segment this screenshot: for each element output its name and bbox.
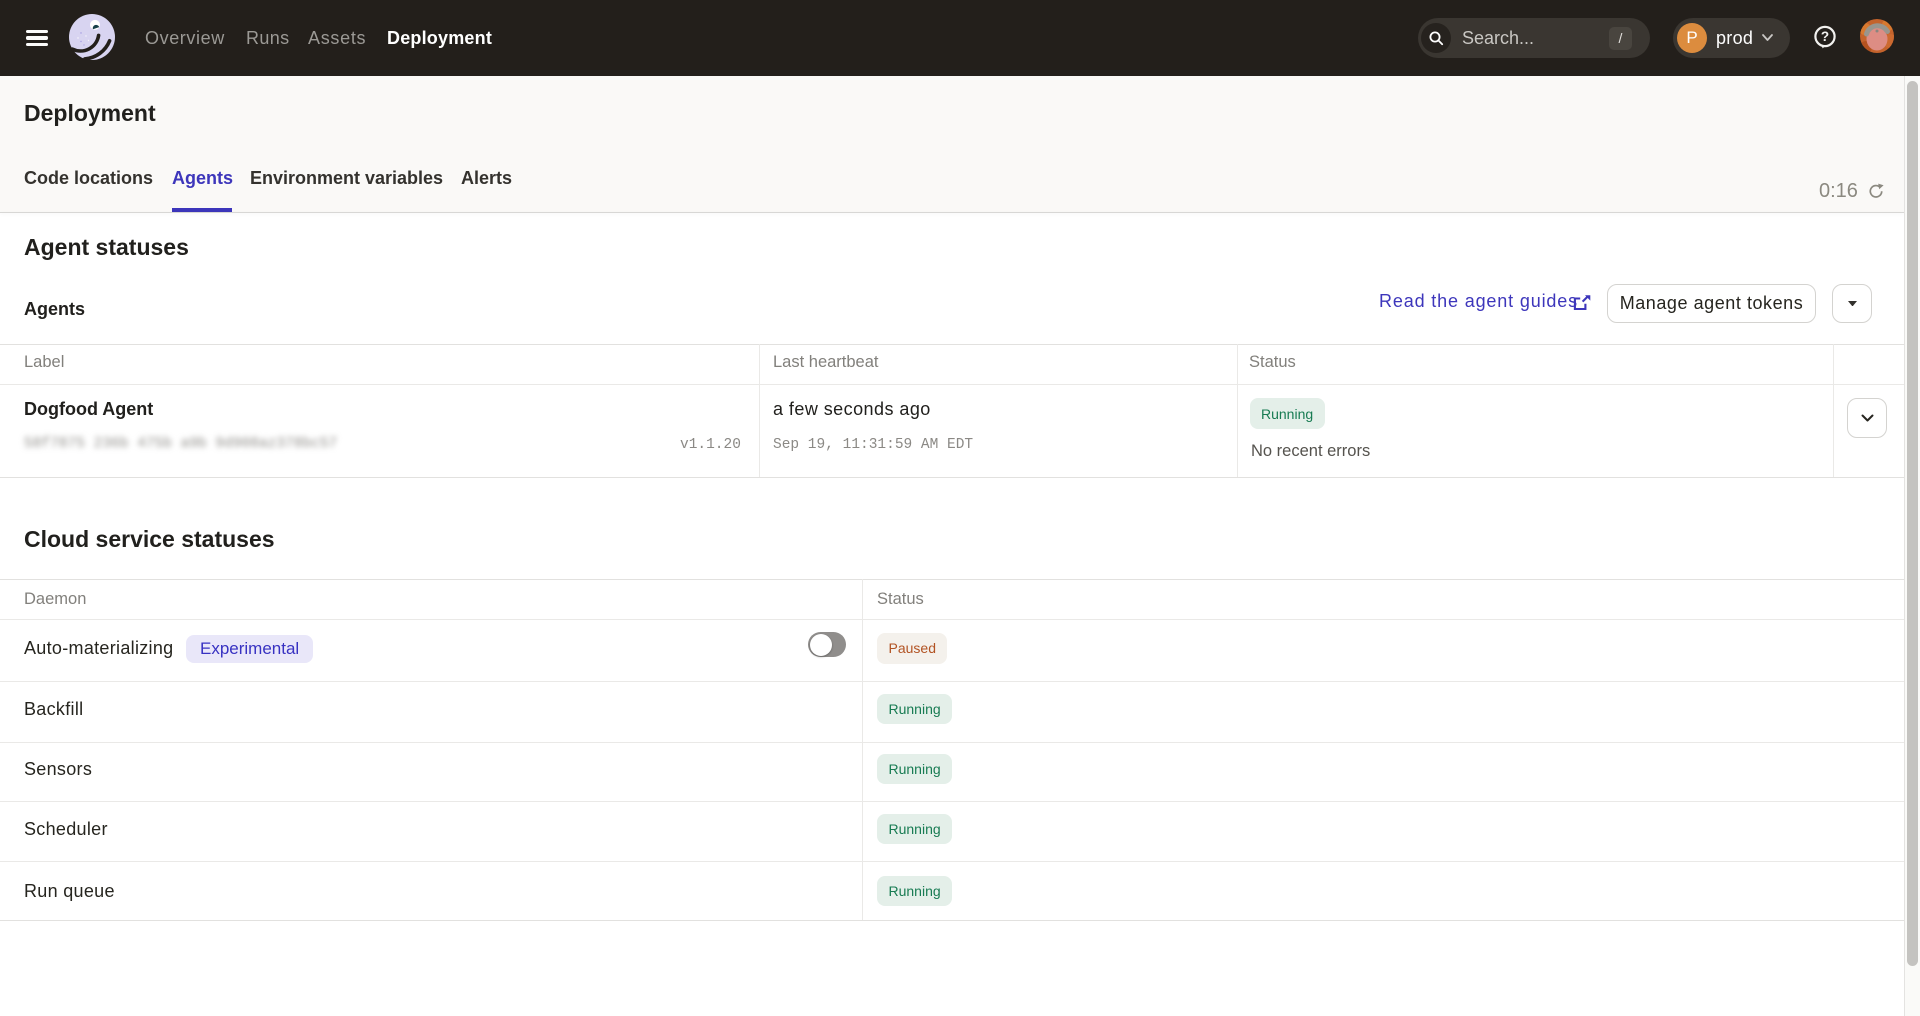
svg-text:?: ? (1821, 29, 1829, 44)
